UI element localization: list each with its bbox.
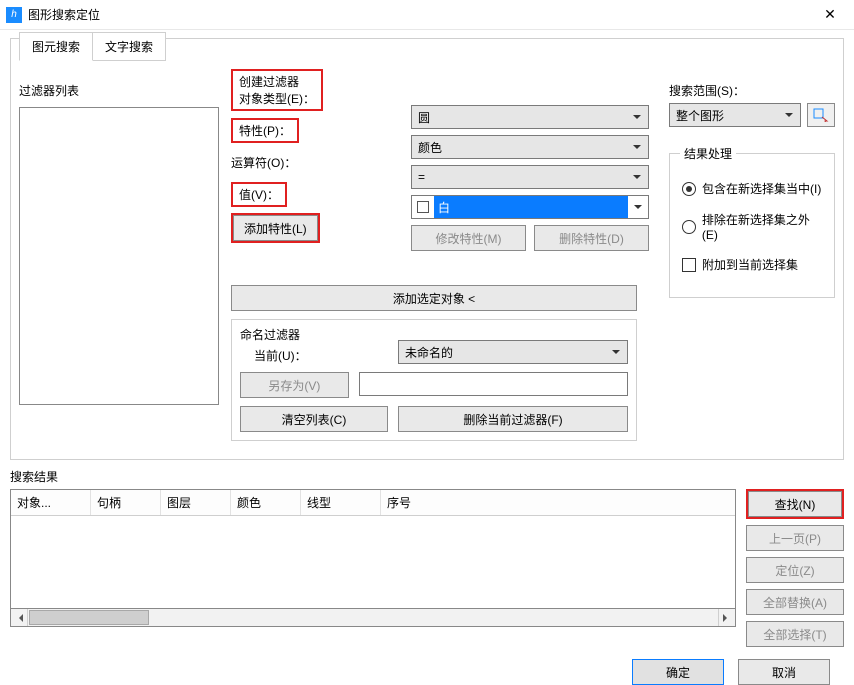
named-filter-title: 命名过滤器 — [240, 326, 398, 343]
check-append[interactable]: 附加到当前选择集 — [682, 256, 824, 273]
value-label: 值(V)： — [231, 182, 287, 207]
ok-button[interactable]: 确定 — [632, 659, 724, 685]
cancel-button[interactable]: 取消 — [738, 659, 830, 685]
delete-current-filter-button[interactable]: 删除当前过滤器(F) — [398, 406, 628, 432]
col-color[interactable]: 颜色 — [231, 490, 301, 515]
radio-include[interactable]: 包含在新选择集当中(I) — [682, 180, 824, 197]
col-layer[interactable]: 图层 — [161, 490, 231, 515]
prev-page-button[interactable]: 上一页(P) — [746, 525, 844, 551]
results-hscroll[interactable] — [10, 609, 736, 627]
scroll-thumb[interactable] — [29, 610, 149, 625]
object-type-select[interactable]: 圆 — [411, 105, 649, 129]
select-all-button[interactable]: 全部选择(T) — [746, 621, 844, 647]
app-icon: h — [6, 7, 22, 23]
scroll-right-icon[interactable] — [718, 609, 735, 626]
pick-object-button[interactable] — [807, 103, 835, 127]
col-linetype[interactable]: 线型 — [301, 490, 381, 515]
property-select[interactable]: 颜色 — [411, 135, 649, 159]
property-label: 特性(P)： — [231, 118, 299, 143]
find-button[interactable]: 查找(N) — [748, 491, 842, 517]
results-header: 对象... 句柄 图层 颜色 线型 序号 — [11, 490, 735, 516]
tab-primitive-search[interactable]: 图元搜索 — [19, 32, 93, 61]
create-filter-title: 创建过滤器 — [239, 75, 299, 89]
filter-list-label: 过滤器列表 — [19, 77, 219, 103]
save-as-input[interactable] — [359, 372, 628, 396]
window-title: 图形搜索定位 — [28, 6, 810, 23]
locate-button[interactable]: 定位(Z) — [746, 557, 844, 583]
search-scope-label: 搜索范围(S)： — [669, 77, 835, 103]
selection-box-icon — [813, 108, 829, 122]
add-property-button[interactable]: 添加特性(L) — [233, 215, 318, 241]
color-swatch-white — [417, 201, 429, 213]
replace-all-button[interactable]: 全部替换(A) — [746, 589, 844, 615]
operator-select[interactable]: = — [411, 165, 649, 189]
current-filter-label: 当前(U)： — [240, 347, 398, 364]
col-object[interactable]: 对象... — [11, 490, 91, 515]
tab-text-search[interactable]: 文字搜索 — [93, 32, 166, 61]
results-table[interactable]: 对象... 句柄 图层 颜色 线型 序号 — [10, 489, 736, 609]
modify-property-button[interactable]: 修改特性(M) — [411, 225, 526, 251]
filter-list[interactable] — [19, 107, 219, 405]
result-handling-title: 结果处理 — [680, 145, 736, 162]
add-selected-button[interactable]: 添加选定对象 < — [231, 285, 637, 311]
value-select[interactable]: 白 — [411, 195, 649, 219]
col-index[interactable]: 序号 — [381, 490, 735, 515]
current-filter-select[interactable]: 未命名的 — [398, 340, 628, 364]
search-results-label: 搜索结果 — [10, 468, 844, 485]
operator-label: 运算符(O)： — [231, 149, 399, 175]
scroll-left-icon[interactable] — [11, 609, 28, 626]
close-icon[interactable]: ✕ — [810, 1, 850, 29]
col-handle[interactable]: 句柄 — [91, 490, 161, 515]
save-as-button[interactable]: 另存为(V) — [240, 372, 349, 398]
delete-property-button[interactable]: 删除特性(D) — [534, 225, 649, 251]
object-type-label: 对象类型(E)： — [239, 92, 315, 106]
chevron-down-icon — [628, 196, 648, 218]
radio-exclude[interactable]: 排除在新选择集之外(E) — [682, 211, 824, 242]
clear-list-button[interactable]: 清空列表(C) — [240, 406, 388, 432]
search-scope-select[interactable]: 整个图形 — [669, 103, 801, 127]
